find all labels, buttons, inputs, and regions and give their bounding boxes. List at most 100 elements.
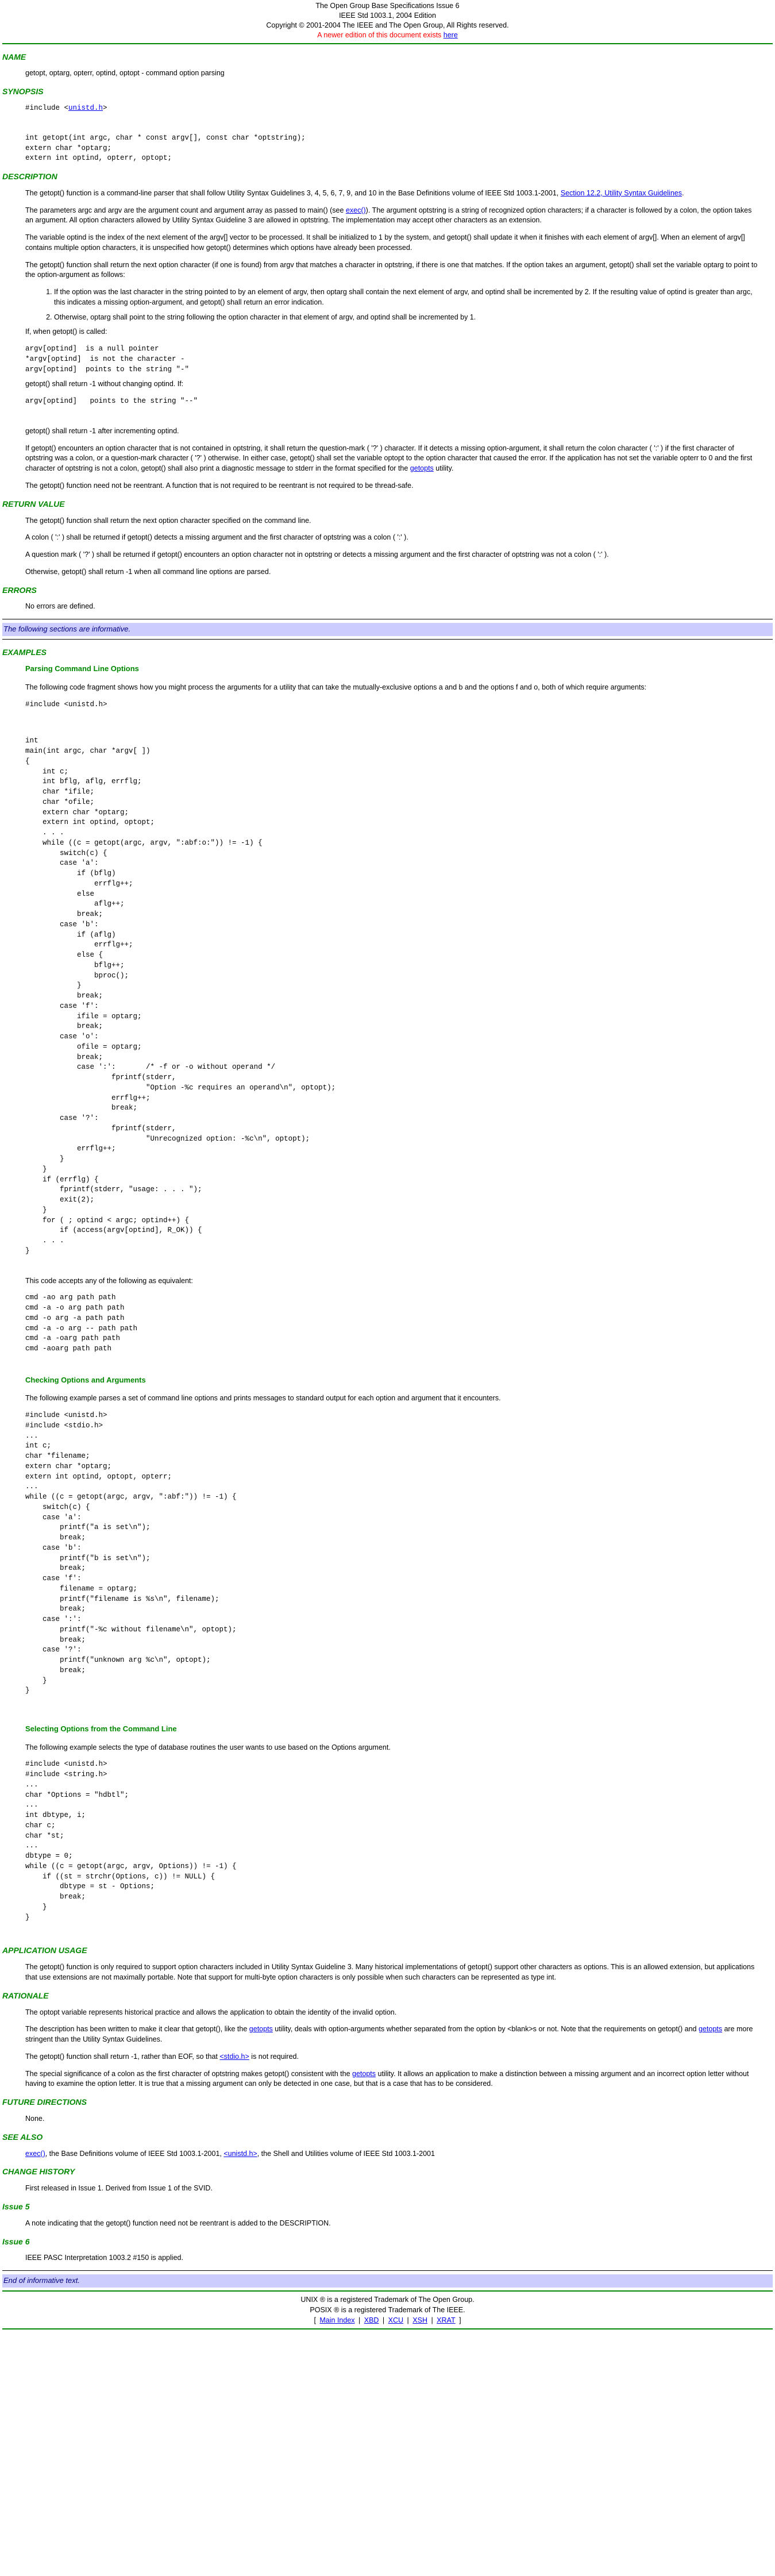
footer-posix-trademark: POSIX ® is a registered Trademark of The… [310,2305,465,2314]
errors-text: No errors are defined. [25,602,95,611]
section-synopsis-heading: SYNOPSIS [2,87,44,97]
section-app-usage-heading: APPLICATION USAGE [2,1946,87,1955]
example-heading-parsing: Parsing Command Line Options [25,664,139,673]
section-future-heading: FUTURE DIRECTIONS [2,2097,87,2107]
section-issue5-heading: Issue 5 [2,2201,30,2211]
list-item: If the option was the last character in … [54,287,761,308]
list-item: Otherwise, optarg shall point to the str… [54,313,761,323]
name-text: getopt, optarg, opterr, optind, optopt -… [25,69,225,78]
unistd-link[interactable]: unistd.h [68,104,103,112]
synopsis-include: #include <unistd.h> [25,103,761,114]
footer-link-xcu[interactable]: XCU [388,2316,403,2324]
rationale-p3-end: is not required. [249,2052,299,2061]
description-code2: argv[optind] points to the string "--" [25,397,198,406]
divider [2,2328,773,2330]
errors-body: No errors are defined. [2,602,773,612]
informative-end-banner: End of informative text. [2,2274,773,2288]
example-code-equivalents: cmd -ao arg path path cmd -a -o arg path… [25,1293,138,1353]
footer-link-xrat[interactable]: XRAT [437,2316,455,2324]
footer-link-main-index[interactable]: Main Index [319,2316,354,2324]
optarg-rules-list: If the option was the last character in … [25,287,761,322]
rationale-p3-text: The getopt() function shall return -1, r… [25,2052,220,2061]
header-title: The Open Group Base Specifications Issue… [315,2,460,10]
examples-body: Parsing Command Line Options The followi… [2,664,773,1938]
section-change-history-heading: CHANGE HISTORY [2,2167,75,2177]
issue6-text: IEEE PASC Interpretation 1003.2 #150 is … [25,2254,183,2262]
description-p1: The getopt() function is a command-line … [25,188,761,199]
include-suffix: > [103,104,107,112]
divider [2,43,773,44]
see-also-text2: , the Shell and Utilities volume of IEEE… [257,2149,435,2158]
issue5-text: A note indicating that the getopt() func… [25,2219,331,2227]
return-p4: Otherwise, getopt() shall return -1 when… [25,567,271,576]
synopsis-body: #include <unistd.h> int getopt(int argc,… [2,103,773,164]
rationale-p3: The getopt() function shall return -1, r… [25,2052,761,2062]
section-issue6-heading: Issue 6 [2,2236,30,2246]
include-prefix: #include < [25,104,69,112]
description-p7: getopt() shall return -1 after increment… [25,426,179,435]
desc-p1-text: The getopt() function is a command-line … [25,188,561,197]
section-return-value-heading: RETURN VALUE [2,499,65,509]
newer-edition-link[interactable]: here [444,31,458,39]
footer-unix-trademark: UNIX ® is a registered Trademark of The … [300,2295,475,2304]
desc-p8-text: If getopt() encounters an option charact… [25,444,753,473]
doc-footer: UNIX ® is a registered Trademark of The … [2,2294,773,2325]
section-name-heading: NAME [2,52,26,61]
exec-link[interactable]: exec() [346,206,366,214]
future-text: None. [25,2114,45,2123]
description-p8: If getopt() encounters an option charact… [25,444,761,474]
rationale-p2-text2: utility, deals with option-arguments whe… [272,2025,699,2034]
stdio-link[interactable]: <stdio.h> [219,2053,249,2061]
description-p6: getopt() shall return -1 without changin… [25,380,184,388]
app-usage-p1: The getopt() function is only required t… [25,1963,755,1981]
change-history-first: First released in Issue 1. Derived from … [25,2184,213,2193]
getopts-link[interactable]: getopts [699,2025,722,2033]
getopts-link[interactable]: getopts [249,2025,273,2033]
return-p2: A colon ( ':' ) shall be returned if get… [25,533,408,542]
unistd-link[interactable]: <unistd.h> [223,2150,257,2158]
examples-p2: This code accepts any of the following a… [25,1276,193,1285]
footer-link-xsh[interactable]: XSH [412,2316,427,2324]
rationale-body: The optopt variable represents historica… [2,2008,773,2090]
example-include: #include <unistd.h> [25,700,107,709]
rationale-p2-text: The description has been written to make… [25,2025,249,2034]
rationale-p1: The optopt variable represents historica… [25,2008,397,2016]
see-also-text1: , the Base Definitions volume of IEEE St… [45,2149,224,2158]
newer-edition-notice: A newer edition of this document exists … [2,30,773,40]
return-value-body: The getopt() function shall return the n… [2,516,773,577]
see-also-text: exec(), the Base Definitions volume of I… [25,2149,761,2159]
getopts-link[interactable]: getopts [410,464,434,472]
getopts-link[interactable]: getopts [352,2070,376,2078]
future-body: None. [2,2114,773,2124]
header-copyright: Copyright © 2001-2004 The IEEE and The O… [266,21,509,29]
desc-p1-end: . [681,188,684,197]
exec-link[interactable]: exec() [25,2150,45,2158]
desc-p8-end: utility. [433,464,454,473]
issue6-body: IEEE PASC Interpretation 1003.2 #150 is … [2,2253,773,2263]
footer-link-xbd[interactable]: XBD [364,2316,379,2324]
change-history-body: First released in Issue 1. Derived from … [2,2184,773,2194]
description-body: The getopt() function is a command-line … [2,188,773,491]
section-see-also-heading: SEE ALSO [2,2132,43,2142]
divider [2,638,773,640]
example-code-selecting: #include <unistd.h> #include <string.h> … [25,1760,237,1922]
description-p2: The parameters argc and argv are the arg… [25,206,761,226]
examples-p3: The following example parses a set of co… [25,1394,501,1403]
description-p9: The getopt() function need not be reentr… [25,481,414,490]
example-code-checking: #include <unistd.h> #include <stdio.h> .… [25,1411,237,1695]
example-heading-checking: Checking Options and Arguments [25,1375,146,1384]
section-description-heading: DESCRIPTION [2,172,57,181]
header-standard: IEEE Std 1003.1, 2004 Edition [339,11,436,20]
footer-nav: [ Main Index | XBD | XCU | XSH | XRAT ] [314,2316,461,2324]
desc-p2-text: The parameters argc and argv are the arg… [25,206,346,214]
example-code-parsing: int main(int argc, char *argv[ ]) { int … [25,737,336,1255]
divider [2,2290,773,2292]
newer-edition-text: A newer edition of this document exists [317,30,444,39]
description-p5: If, when getopt() is called: [25,328,107,336]
section-examples-heading: EXAMPLES [2,647,47,657]
see-also-body: exec(), the Base Definitions volume of I… [2,2149,773,2159]
description-p3: The variable optind is the index of the … [25,233,745,252]
issue5-body: A note indicating that the getopt() func… [2,2219,773,2229]
syntax-guidelines-link[interactable]: Section 12.2, Utility Syntax Guidelines [561,189,682,197]
informative-start-banner: The following sections are informative. [2,623,773,636]
